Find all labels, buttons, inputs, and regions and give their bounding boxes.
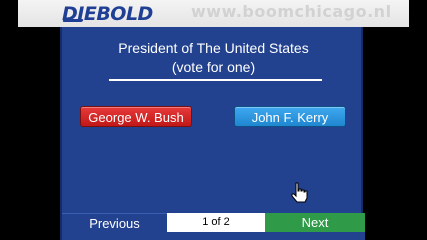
next-button[interactable]: Next bbox=[265, 213, 365, 232]
navigation-bar: Previous 1 of 2 Next bbox=[62, 213, 365, 232]
logo-swoosh bbox=[62, 19, 84, 22]
ballot-instruction: (vote for one) bbox=[171, 59, 256, 75]
page-indicator: 1 of 2 bbox=[167, 213, 265, 232]
title-divider bbox=[109, 79, 322, 81]
candidate-bush-button[interactable]: George W. Bush bbox=[80, 106, 192, 127]
video-frame: DIEBOLD www.boomchicago.nl President of … bbox=[0, 0, 427, 240]
ballot-office: President of The United States bbox=[118, 40, 309, 56]
header-bar: DIEBOLD www.boomchicago.nl bbox=[18, 0, 409, 27]
ballot-title: President of The United States (vote for… bbox=[62, 39, 365, 77]
hand-pointer-icon bbox=[291, 182, 308, 203]
voting-screen: President of The United States (vote for… bbox=[60, 27, 365, 240]
candidate-kerry-button[interactable]: John F. Kerry bbox=[234, 106, 346, 127]
previous-button[interactable]: Previous bbox=[62, 213, 167, 232]
watermark-url: www.boomchicago.nl bbox=[191, 2, 392, 21]
bottom-strip bbox=[62, 232, 365, 240]
